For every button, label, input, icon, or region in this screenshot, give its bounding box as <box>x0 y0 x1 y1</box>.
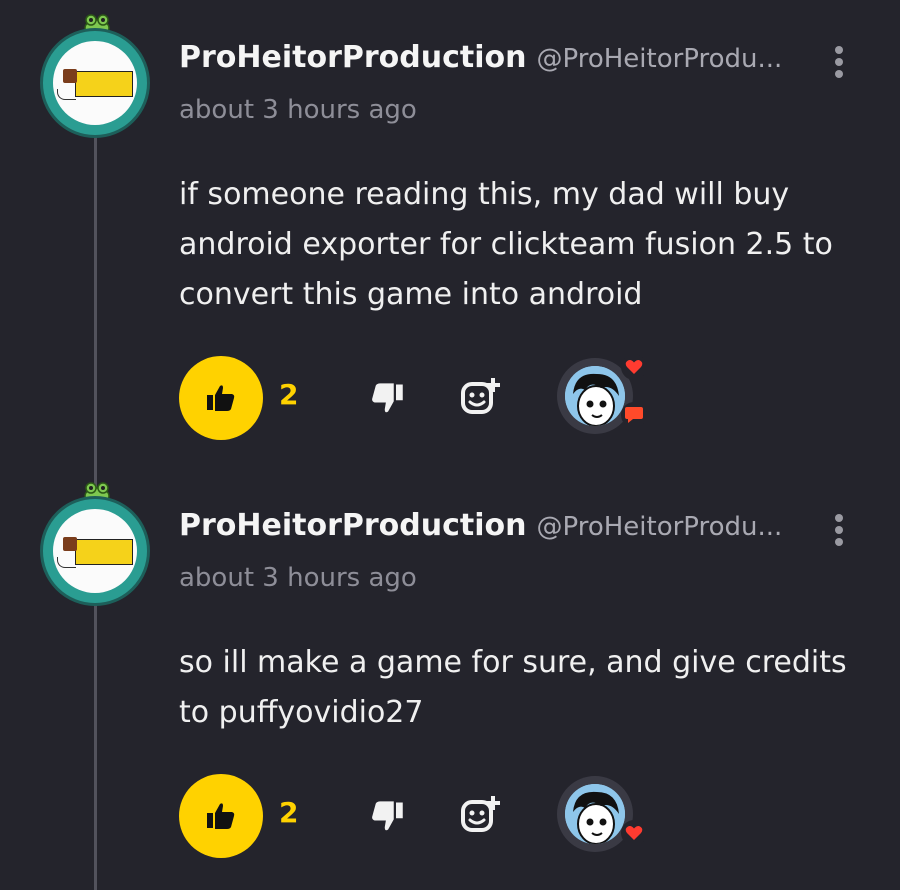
username[interactable]: ProHeitorProduction <box>179 40 526 75</box>
cable-graphic <box>57 557 76 568</box>
timestamp: about 3 hours ago <box>179 95 417 125</box>
like-button[interactable] <box>179 356 263 440</box>
thumbs-up-icon <box>207 803 235 829</box>
add-reaction-icon[interactable] <box>459 376 501 418</box>
comment-reaction-badge <box>621 402 647 428</box>
user-handle[interactable]: @ProHeitorProdu... <box>536 512 782 542</box>
thumbs-up-icon <box>207 385 235 411</box>
heart-icon <box>625 360 643 374</box>
timestamp: about 3 hours ago <box>179 563 417 593</box>
dot <box>835 70 843 78</box>
more-options-button[interactable] <box>826 512 852 548</box>
user-handle[interactable]: @ProHeitorProdu... <box>536 44 782 74</box>
thumbs-down-icon[interactable] <box>369 798 405 834</box>
like-button[interactable] <box>179 774 263 858</box>
username[interactable]: ProHeitorProduction <box>179 508 526 543</box>
cartoon-face-icon <box>565 784 625 844</box>
avatar-image <box>53 41 137 125</box>
reactor-avatar <box>565 784 625 844</box>
heart-reaction-badge <box>621 820 647 846</box>
like-count: 2 <box>279 378 299 411</box>
avatar-ring <box>40 28 150 138</box>
avatar-image <box>53 509 137 593</box>
comment-actions: 2 <box>179 774 879 858</box>
tv-graphic <box>63 69 77 83</box>
add-reaction-icon[interactable] <box>459 794 501 836</box>
reactor-avatar <box>565 366 625 426</box>
heart-icon <box>625 826 643 840</box>
comment-icon <box>625 407 643 423</box>
reactor-avatars[interactable] <box>539 768 659 864</box>
cartoon-face-icon <box>565 366 625 426</box>
tv-graphic <box>63 537 77 551</box>
thumbs-down-icon[interactable] <box>369 380 405 416</box>
dot <box>835 46 843 54</box>
dot <box>835 514 843 522</box>
comment-actions: 2 <box>179 354 879 440</box>
heart-reaction-badge <box>621 354 647 380</box>
avatar-ring <box>40 496 150 606</box>
avatar[interactable] <box>38 14 154 138</box>
dot <box>835 538 843 546</box>
comment-header: ProHeitorProduction @ProHeitorProdu... <box>179 40 782 75</box>
reactor-avatars[interactable] <box>539 350 659 446</box>
comment-text: if someone reading this, my dad will buy… <box>179 177 833 312</box>
cable-graphic <box>57 89 76 100</box>
channel-logo <box>75 71 133 97</box>
dot <box>835 526 843 534</box>
comment-text: so ill make a game for sure, and give cr… <box>179 645 847 730</box>
avatar[interactable] <box>38 482 154 606</box>
more-options-button[interactable] <box>826 44 852 80</box>
channel-logo <box>75 539 133 565</box>
dot <box>835 58 843 66</box>
comment-header: ProHeitorProduction @ProHeitorProdu... <box>179 508 782 543</box>
like-count: 2 <box>279 796 299 829</box>
